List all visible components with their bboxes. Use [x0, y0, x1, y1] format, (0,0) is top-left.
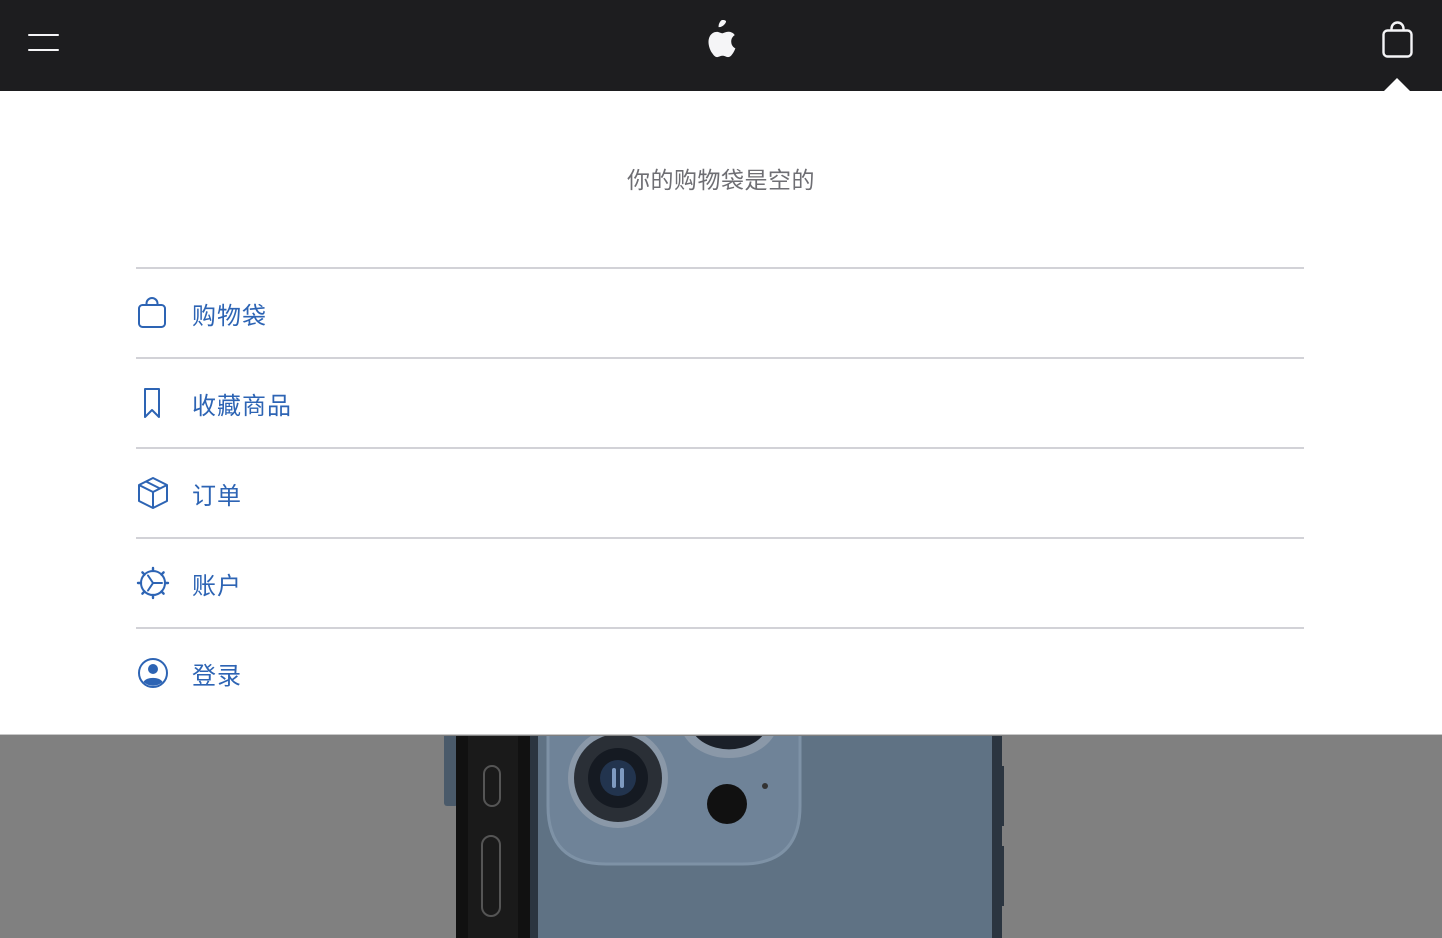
- box-icon: [136, 474, 170, 512]
- flyout-item-label: 登录: [192, 661, 242, 690]
- flyout-caret: [1384, 78, 1410, 91]
- menu-button[interactable]: [28, 28, 60, 56]
- empty-bag-message: 你的购物袋是空的: [627, 168, 815, 194]
- menu-icon-line: [28, 34, 59, 36]
- shopping-bag-icon: [136, 294, 170, 332]
- global-nav: [0, 0, 1442, 91]
- menu-icon-line: [28, 49, 59, 51]
- flyout-item-orders[interactable]: 订单: [136, 447, 1304, 537]
- flyout-item-account[interactable]: 账户: [136, 537, 1304, 627]
- flyout-item-label: 收藏商品: [192, 391, 292, 420]
- flyout-item-label: 账户: [192, 571, 242, 600]
- bag-flyout: 你的购物袋是空的 购物袋 收藏商品 订单 账户 登录: [0, 91, 1442, 735]
- shopping-bag-button[interactable]: [1380, 20, 1416, 60]
- flyout-item-label: 订单: [192, 481, 242, 510]
- user-circle-icon: [136, 654, 170, 692]
- apple-logo-icon[interactable]: [703, 19, 737, 60]
- flyout-item-saved[interactable]: 收藏商品: [136, 357, 1304, 447]
- apple-logo-svg: [708, 19, 736, 58]
- flyout-item-bag[interactable]: 购物袋: [136, 267, 1304, 357]
- bookmark-icon: [136, 384, 170, 422]
- hero-product-image: [0, 736, 1442, 938]
- flyout-item-signin[interactable]: 登录: [136, 627, 1304, 717]
- iphone-camera-illustration: [444, 736, 1004, 938]
- shopping-bag-icon: [1382, 21, 1413, 58]
- flyout-item-label: 购物袋: [192, 301, 267, 330]
- gear-icon: [136, 564, 170, 602]
- bag-flyout-links: 购物袋 收藏商品 订单 账户 登录: [136, 267, 1304, 717]
